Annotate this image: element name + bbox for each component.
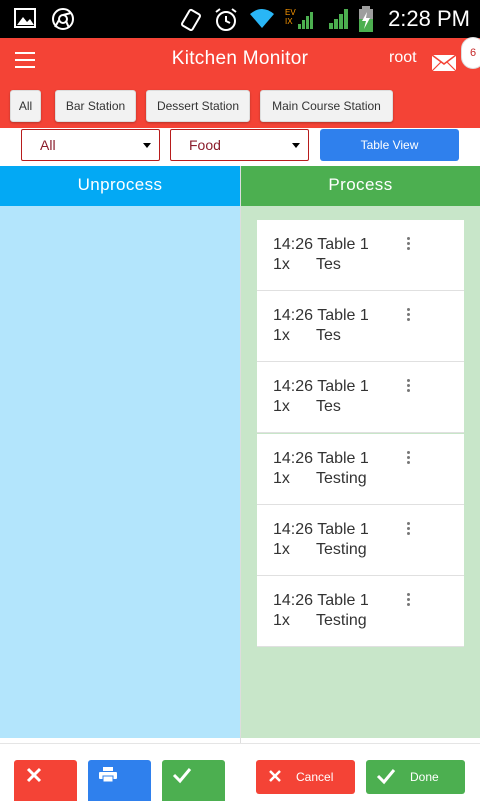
process-header: Process (241, 166, 480, 206)
table-view-button[interactable]: Table View (320, 129, 459, 161)
battery-icon (359, 6, 373, 32)
order-table: Table 1 (317, 236, 369, 253)
order-item-line: 1x Tes (273, 398, 341, 416)
chrome-icon (52, 8, 74, 30)
signal-icon-2 (329, 9, 348, 29)
unprocess-list[interactable] (0, 206, 240, 738)
order-header: 14:26 Table 1 (273, 378, 369, 396)
order-item-line: 1x Tes (273, 327, 341, 345)
order-header: 14:26 Table 1 (273, 592, 369, 610)
close-icon (26, 767, 42, 783)
order-header: 14:26 Table 1 (273, 236, 369, 254)
order-item: Tes (316, 398, 341, 416)
order-header: 14:26 Table 1 (273, 521, 369, 539)
order-card[interactable]: 14:26 Table 1 1x Tes (257, 220, 464, 291)
order-item: Tes (316, 327, 341, 345)
status-select[interactable]: All (21, 129, 160, 161)
chevron-down-icon (292, 143, 300, 148)
signal-icon-1 (298, 12, 313, 29)
order-qty: 1x (273, 469, 290, 487)
order-card[interactable]: 14:26 Table 1 1x Testing (257, 576, 464, 647)
done-label: Done (410, 770, 439, 784)
network-type-bottom: IX (285, 17, 293, 26)
station-all-button[interactable]: All (10, 90, 41, 122)
user-name[interactable]: root (389, 49, 417, 67)
column-divider (240, 166, 241, 800)
check-icon (376, 769, 396, 785)
reject-button[interactable] (14, 760, 77, 801)
order-table: Table 1 (317, 378, 369, 396)
order-time: 14:26 (273, 236, 314, 253)
order-item-line: 1x Tes (273, 256, 341, 274)
network-type-label: EV IX (285, 8, 296, 26)
order-time: 14:26 (273, 520, 314, 538)
more-options-icon[interactable] (407, 237, 411, 253)
order-qty: 1x (273, 612, 290, 629)
order-qty: 1x (273, 540, 290, 558)
more-options-icon[interactable] (407, 450, 411, 467)
order-card[interactable]: 14:26 Table 1 1x Tes (257, 362, 464, 434)
order-card[interactable]: 14:26 Table 1 1x Testing (257, 433, 464, 505)
status-time: 2:28 PM (388, 6, 470, 31)
station-main-course-button[interactable]: Main Course Station (260, 90, 393, 122)
notification-badge[interactable]: 6 (461, 37, 480, 69)
order-time: 14:26 (273, 449, 314, 467)
order-table: Table 1 (317, 520, 369, 538)
order-qty: 1x (273, 398, 290, 416)
alarm-icon (215, 8, 237, 31)
order-card[interactable]: 14:26 Table 1 1x Tes (257, 291, 464, 363)
vibrate-icon (181, 8, 201, 31)
order-table: Table 1 (317, 307, 369, 325)
filter-row: All Food Table View (0, 128, 480, 166)
order-table: Table 1 (317, 449, 369, 467)
order-time: 14:26 (273, 378, 314, 396)
bottom-action-bar: Cancel Done (0, 743, 480, 801)
close-icon (269, 770, 281, 782)
unprocess-header: Unprocess (0, 166, 240, 206)
station-dessert-button[interactable]: Dessert Station (146, 90, 250, 122)
category-select[interactable]: Food (170, 129, 309, 161)
status-select-value: All (40, 137, 56, 153)
order-item: Tes (316, 256, 341, 273)
order-time: 14:26 (273, 307, 314, 325)
network-type-top: EV (285, 8, 296, 17)
mail-icon[interactable] (431, 54, 457, 72)
order-header: 14:26 Table 1 (273, 307, 369, 325)
more-options-icon[interactable] (407, 379, 411, 395)
check-icon (172, 768, 192, 784)
more-options-icon[interactable] (407, 308, 411, 324)
station-bar: All Bar Station Dessert Station Main Cou… (0, 82, 480, 128)
order-item-line: 1x Testing (273, 541, 367, 559)
status-bar: EV IX 2:28 PM (0, 0, 480, 38)
more-options-icon[interactable] (407, 521, 411, 538)
chevron-down-icon (143, 143, 151, 148)
order-item: Testing (316, 540, 367, 558)
order-item: Testing (316, 612, 367, 629)
print-icon (99, 767, 117, 783)
cancel-label: Cancel (296, 770, 334, 784)
order-card[interactable]: 14:26 Table 1 1x Testing (257, 504, 464, 576)
accept-button[interactable] (162, 760, 225, 801)
wifi-icon (250, 9, 274, 28)
order-header: 14:26 Table 1 (273, 450, 369, 468)
done-button[interactable]: Done (366, 760, 465, 794)
app-bar: Kitchen Monitor root (0, 38, 480, 82)
order-time: 14:26 (273, 592, 314, 609)
order-qty: 1x (273, 256, 290, 273)
cancel-button[interactable]: Cancel (256, 760, 355, 794)
order-qty: 1x (273, 327, 290, 345)
order-item: Testing (316, 469, 367, 487)
order-item-line: 1x Testing (273, 612, 367, 630)
station-bar-button[interactable]: Bar Station (55, 90, 136, 122)
print-button[interactable] (88, 760, 151, 801)
category-select-value: Food (189, 137, 221, 153)
gallery-icon (14, 8, 36, 28)
order-table: Table 1 (317, 592, 369, 609)
more-options-icon[interactable] (407, 593, 411, 609)
order-item-line: 1x Testing (273, 470, 367, 488)
